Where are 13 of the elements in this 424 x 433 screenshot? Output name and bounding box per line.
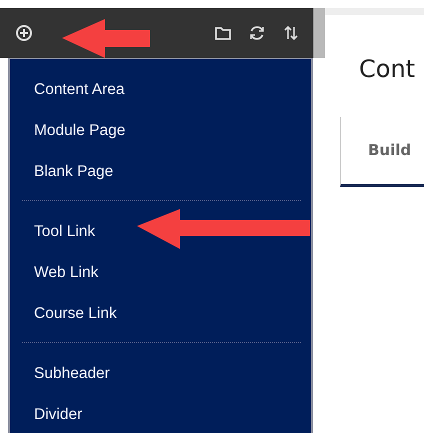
menu-item[interactable]: Tool Link — [10, 211, 96, 252]
menu-item[interactable]: Subheader — [10, 353, 110, 394]
scrollbar[interactable] — [313, 8, 325, 58]
menu-item[interactable]: Content Area — [10, 69, 124, 110]
menu-item[interactable]: Blank Page — [10, 151, 114, 192]
menu-item[interactable]: Divider — [10, 394, 82, 433]
menu-item[interactable]: Web Link — [10, 252, 98, 293]
refresh-icon[interactable] — [247, 23, 267, 43]
add-icon[interactable] — [14, 23, 34, 43]
page-heading: Cont — [359, 55, 416, 84]
menu-item[interactable]: Course Link — [10, 293, 117, 334]
build-tab[interactable]: Build — [368, 139, 412, 162]
menu-item[interactable]: Module Page — [10, 110, 126, 151]
